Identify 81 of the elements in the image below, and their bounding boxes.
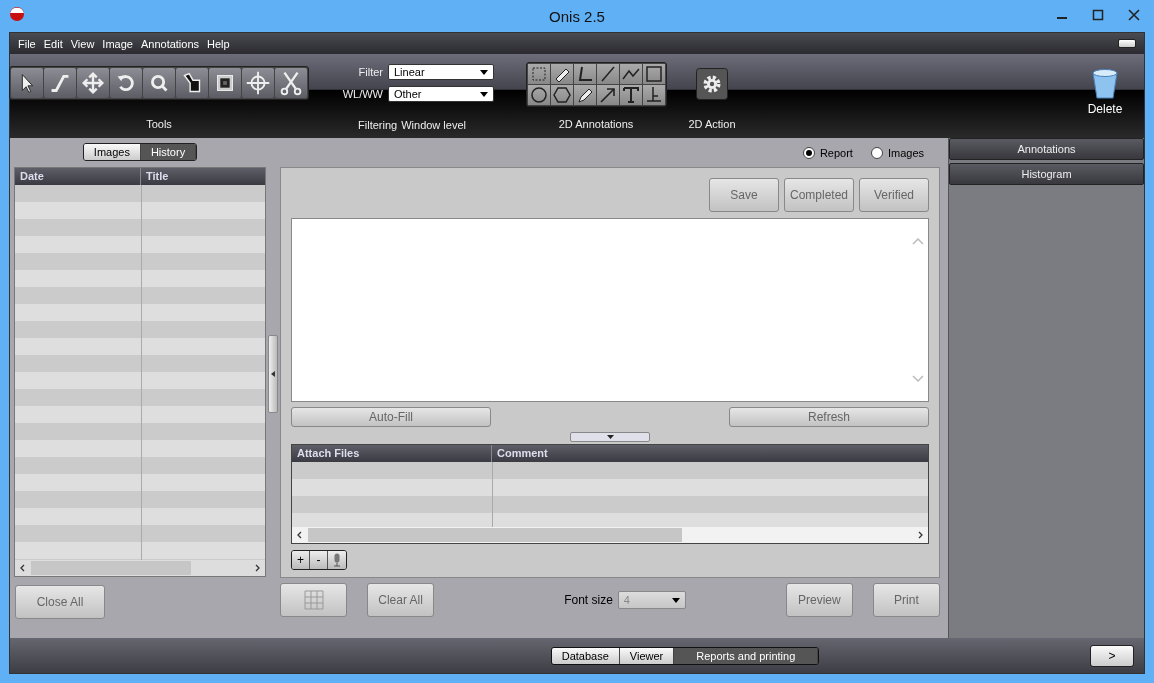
filter-dropdown[interactable]: Linear [388, 64, 494, 80]
radio-option[interactable]: Images [870, 146, 924, 159]
print-button[interactable]: Print [872, 583, 940, 617]
microphone-icon [333, 553, 341, 567]
microphone-button[interactable] [328, 551, 346, 569]
curve-icon[interactable] [44, 68, 76, 98]
report-action-button[interactable]: Verified [859, 178, 929, 212]
move-icon[interactable] [77, 68, 109, 98]
angle-icon[interactable] [573, 64, 596, 84]
wlww-dropdown[interactable]: Other [388, 86, 494, 102]
caret-icon [606, 435, 614, 439]
pencil-icon[interactable] [573, 85, 596, 105]
grid-icon [303, 590, 324, 610]
polyline-icon[interactable] [619, 64, 642, 84]
menu-item[interactable]: View [66, 37, 99, 50]
caret-icon [480, 91, 488, 97]
gear-icon[interactable] [696, 68, 728, 100]
circle-icon[interactable] [527, 85, 550, 105]
filter-label: Filter [358, 66, 383, 78]
scroll-left-icon[interactable] [296, 531, 304, 539]
mode-tab[interactable]: Reports and printing [674, 647, 819, 664]
hexagon-icon[interactable] [550, 85, 573, 105]
wlww-label: WL/WW [342, 88, 383, 100]
maximize-icon[interactable] [1092, 9, 1104, 21]
report-action-button[interactable]: Completed [784, 178, 854, 212]
trash-icon[interactable] [1091, 68, 1119, 100]
mode-tab[interactable]: Database [551, 647, 620, 664]
delete-label: Delete [1087, 102, 1123, 116]
perpendicular-icon[interactable] [642, 85, 665, 105]
close-icon[interactable] [1128, 9, 1140, 21]
scissors-icon[interactable] [275, 68, 307, 98]
zoom-icon[interactable] [143, 68, 175, 98]
menu-item[interactable]: Image [98, 37, 137, 50]
horizontal-scrollbar[interactable] [292, 527, 928, 543]
panel-section-header[interactable]: Annotations [949, 138, 1144, 160]
close-all-button[interactable]: Close All [15, 585, 105, 619]
clear-all-button[interactable]: Clear All [367, 583, 435, 617]
rotate-icon[interactable] [110, 68, 142, 98]
preview-button[interactable]: Preview [785, 583, 853, 617]
mode-tab[interactable]: Viewer [619, 647, 675, 664]
toolbar-label: 2D Annotations [558, 118, 634, 130]
collapse-toggle[interactable] [570, 432, 650, 442]
report-action-button[interactable]: Save [709, 178, 779, 212]
refresh-button[interactable]: Refresh [729, 407, 929, 427]
column-header: Title [145, 169, 170, 184]
menu-item[interactable]: Edit [39, 37, 67, 50]
caret-icon [480, 69, 488, 75]
attach-button[interactable]: - [310, 551, 328, 569]
menu-item[interactable]: File [14, 37, 40, 50]
splitter-handle[interactable] [268, 335, 278, 413]
panel-section-header[interactable]: Histogram [949, 163, 1144, 185]
scroll-right-icon[interactable] [916, 531, 924, 539]
panel-tab[interactable]: History [140, 144, 197, 160]
caret-icon [671, 597, 680, 603]
panel-button[interactable] [1118, 39, 1136, 48]
attach-button[interactable]: + [292, 551, 310, 569]
toolbar-label: Window level [401, 119, 466, 131]
pointer-icon[interactable] [11, 68, 43, 98]
square-icon[interactable] [642, 64, 665, 84]
column-header: Comment [496, 446, 549, 461]
rectangle-select-icon[interactable] [527, 64, 550, 84]
menu-item[interactable]: Annotations [136, 37, 204, 50]
radio-option[interactable]: Report [802, 146, 853, 159]
ruler-icon[interactable] [550, 64, 573, 84]
grid-button[interactable] [280, 583, 348, 617]
text-tool-icon[interactable] [619, 85, 642, 105]
auto-fill-button[interactable]: Auto-Fill [291, 407, 491, 427]
font-size-label: Font size [564, 593, 613, 607]
window-title: Onis 2.5 [549, 7, 605, 25]
contrast-icon[interactable] [209, 68, 241, 98]
scroll-left-icon[interactable] [19, 564, 27, 572]
hand-cursor-icon[interactable] [176, 68, 208, 98]
app-logo-icon [9, 6, 25, 22]
toolbar-label: 2D Action [688, 118, 736, 130]
panel-tab[interactable]: Images [83, 144, 141, 160]
scroll-right-icon[interactable] [253, 564, 261, 572]
next-button[interactable]: > [1090, 644, 1134, 667]
crosshair-icon[interactable] [242, 68, 274, 98]
toolbar-label: Tools [146, 118, 172, 130]
menu-item[interactable]: Help [203, 37, 234, 50]
toolbar-label: Filtering [358, 119, 398, 131]
